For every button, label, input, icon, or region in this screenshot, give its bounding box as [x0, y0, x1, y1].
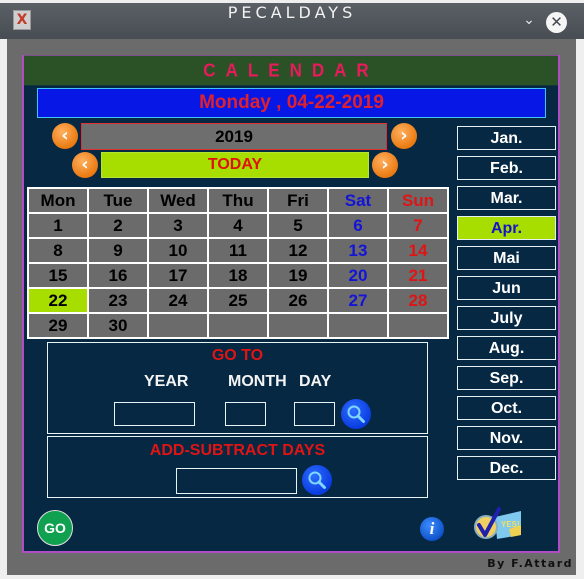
day-cell[interactable]: 2: [87, 212, 149, 239]
month-button-jun[interactable]: Jun: [457, 276, 556, 300]
add-subtract-panel: ADD-SUBTRACT DAYS: [47, 436, 428, 498]
day-cell[interactable]: 10: [147, 237, 209, 264]
day-cell[interactable]: 12: [267, 237, 329, 264]
month-button-may[interactable]: Mai: [457, 246, 556, 270]
month-button-nov[interactable]: Nov.: [457, 426, 556, 450]
day-cell[interactable]: 18: [207, 262, 269, 289]
goto-day-input[interactable]: [294, 402, 335, 426]
info-icon[interactable]: i: [420, 517, 444, 541]
goto-title: GO TO: [211, 347, 264, 364]
day-cell[interactable]: 25: [207, 287, 269, 314]
day-cell-empty: [387, 312, 449, 339]
author-credit: By F.Attard: [487, 557, 573, 570]
prev-month-button[interactable]: ‹: [72, 152, 98, 178]
day-cell[interactable]: 1: [27, 212, 89, 239]
close-icon[interactable]: ✕: [546, 12, 567, 33]
yes-text: YES!: [501, 520, 520, 529]
month-button-jan[interactable]: Jan.: [457, 126, 556, 150]
day-cell[interactable]: 9: [87, 237, 149, 264]
goto-panel: GO TO YEAR MONTH DAY: [47, 342, 428, 434]
day-cell[interactable]: 19: [267, 262, 329, 289]
month-button-apr[interactable]: Apr.: [457, 216, 556, 240]
client-area: CALENDAR Monday , 04-22-2019 ‹ 2019 › ‹ …: [7, 39, 576, 575]
weekday-header: Sun: [387, 187, 449, 214]
week-row: 22 23 24 25 26 27 28: [27, 287, 449, 314]
month-button-dec[interactable]: Dec.: [457, 456, 556, 480]
goto-month-input[interactable]: [225, 402, 266, 426]
app-window: X PECALDAYS ⌄ ✕ CALENDAR Monday , 04-22-…: [0, 0, 584, 579]
day-cell[interactable]: 6: [327, 212, 389, 239]
day-cell-empty: [147, 312, 209, 339]
month-label: MONTH: [228, 373, 287, 390]
day-cell-empty: [327, 312, 389, 339]
day-cell[interactable]: 5: [267, 212, 329, 239]
add-subtract-title: ADD-SUBTRACT DAYS: [149, 442, 326, 459]
day-cell[interactable]: 20: [327, 262, 389, 289]
go-button[interactable]: GO: [37, 510, 73, 546]
weekday-header-row: Mon Tue Wed Thu Fri Sat Sun: [27, 187, 449, 214]
year-label: YEAR: [144, 373, 189, 390]
search-icon: [308, 471, 326, 489]
day-cell[interactable]: 13: [327, 237, 389, 264]
day-cell[interactable]: 30: [87, 312, 149, 339]
current-date-display: Monday , 04-22-2019: [37, 88, 546, 118]
weekday-header: Fri: [267, 187, 329, 214]
month-button-feb[interactable]: Feb.: [457, 156, 556, 180]
window-title: PECALDAYS: [227, 3, 357, 22]
day-label: DAY: [299, 373, 332, 390]
month-button-sep[interactable]: Sep.: [457, 366, 556, 390]
month-button-jul[interactable]: July: [457, 306, 556, 330]
checkmark-yes-icon: YES!: [474, 507, 521, 539]
year-display: 2019: [81, 123, 387, 150]
week-row: 29 30: [27, 312, 449, 339]
day-cell[interactable]: 17: [147, 262, 209, 289]
day-cell[interactable]: 16: [87, 262, 149, 289]
goto-search-button[interactable]: [341, 399, 371, 429]
calendar-grid: Mon Tue Wed Thu Fri Sat Sun 1 2 3 4 5 6 …: [27, 187, 449, 339]
yes-checkmark-button[interactable]: YES!: [473, 505, 523, 541]
day-cell[interactable]: 21: [387, 262, 449, 289]
week-row: 15 16 17 18 19 20 21: [27, 262, 449, 289]
day-cell[interactable]: 8: [27, 237, 89, 264]
goto-year-input[interactable]: [114, 402, 195, 426]
day-cell[interactable]: 3: [147, 212, 209, 239]
month-button-oct[interactable]: Oct.: [457, 396, 556, 420]
weekday-header: Sat: [327, 187, 389, 214]
day-cell[interactable]: 24: [147, 287, 209, 314]
weekday-header: Mon: [27, 187, 89, 214]
search-icon: [347, 405, 365, 423]
day-cell-empty: [267, 312, 329, 339]
day-cell[interactable]: 28: [387, 287, 449, 314]
month-button-mar[interactable]: Mar.: [457, 186, 556, 210]
calendar-header: CALENDAR: [24, 55, 558, 86]
prev-year-button[interactable]: ‹: [52, 123, 78, 149]
day-cell-empty: [207, 312, 269, 339]
weekday-header: Tue: [87, 187, 149, 214]
title-bar: X PECALDAYS ⌄ ✕: [0, 3, 584, 39]
add-subtract-search-button[interactable]: [302, 465, 332, 495]
day-cell[interactable]: 15: [27, 262, 89, 289]
day-cell[interactable]: 27: [327, 287, 389, 314]
next-year-button[interactable]: ›: [391, 123, 417, 149]
today-button[interactable]: TODAY: [101, 152, 369, 178]
week-row: 8 9 10 11 12 13 14: [27, 237, 449, 264]
day-cell[interactable]: 4: [207, 212, 269, 239]
next-month-button[interactable]: ›: [372, 152, 398, 178]
day-cell[interactable]: 29: [27, 312, 89, 339]
day-cell[interactable]: 23: [87, 287, 149, 314]
calendar-frame: CALENDAR Monday , 04-22-2019 ‹ 2019 › ‹ …: [22, 55, 560, 553]
day-cell[interactable]: 7: [387, 212, 449, 239]
month-button-aug[interactable]: Aug.: [457, 336, 556, 360]
weekday-header: Thu: [207, 187, 269, 214]
day-cell[interactable]: 11: [207, 237, 269, 264]
day-cell-selected[interactable]: 22: [27, 287, 89, 314]
day-cell[interactable]: 26: [267, 287, 329, 314]
week-row: 1 2 3 4 5 6 7: [27, 212, 449, 239]
day-cell[interactable]: 14: [387, 237, 449, 264]
weekday-header: Wed: [147, 187, 209, 214]
add-subtract-input[interactable]: [176, 468, 297, 494]
chevron-down-icon[interactable]: ⌄: [518, 9, 540, 31]
